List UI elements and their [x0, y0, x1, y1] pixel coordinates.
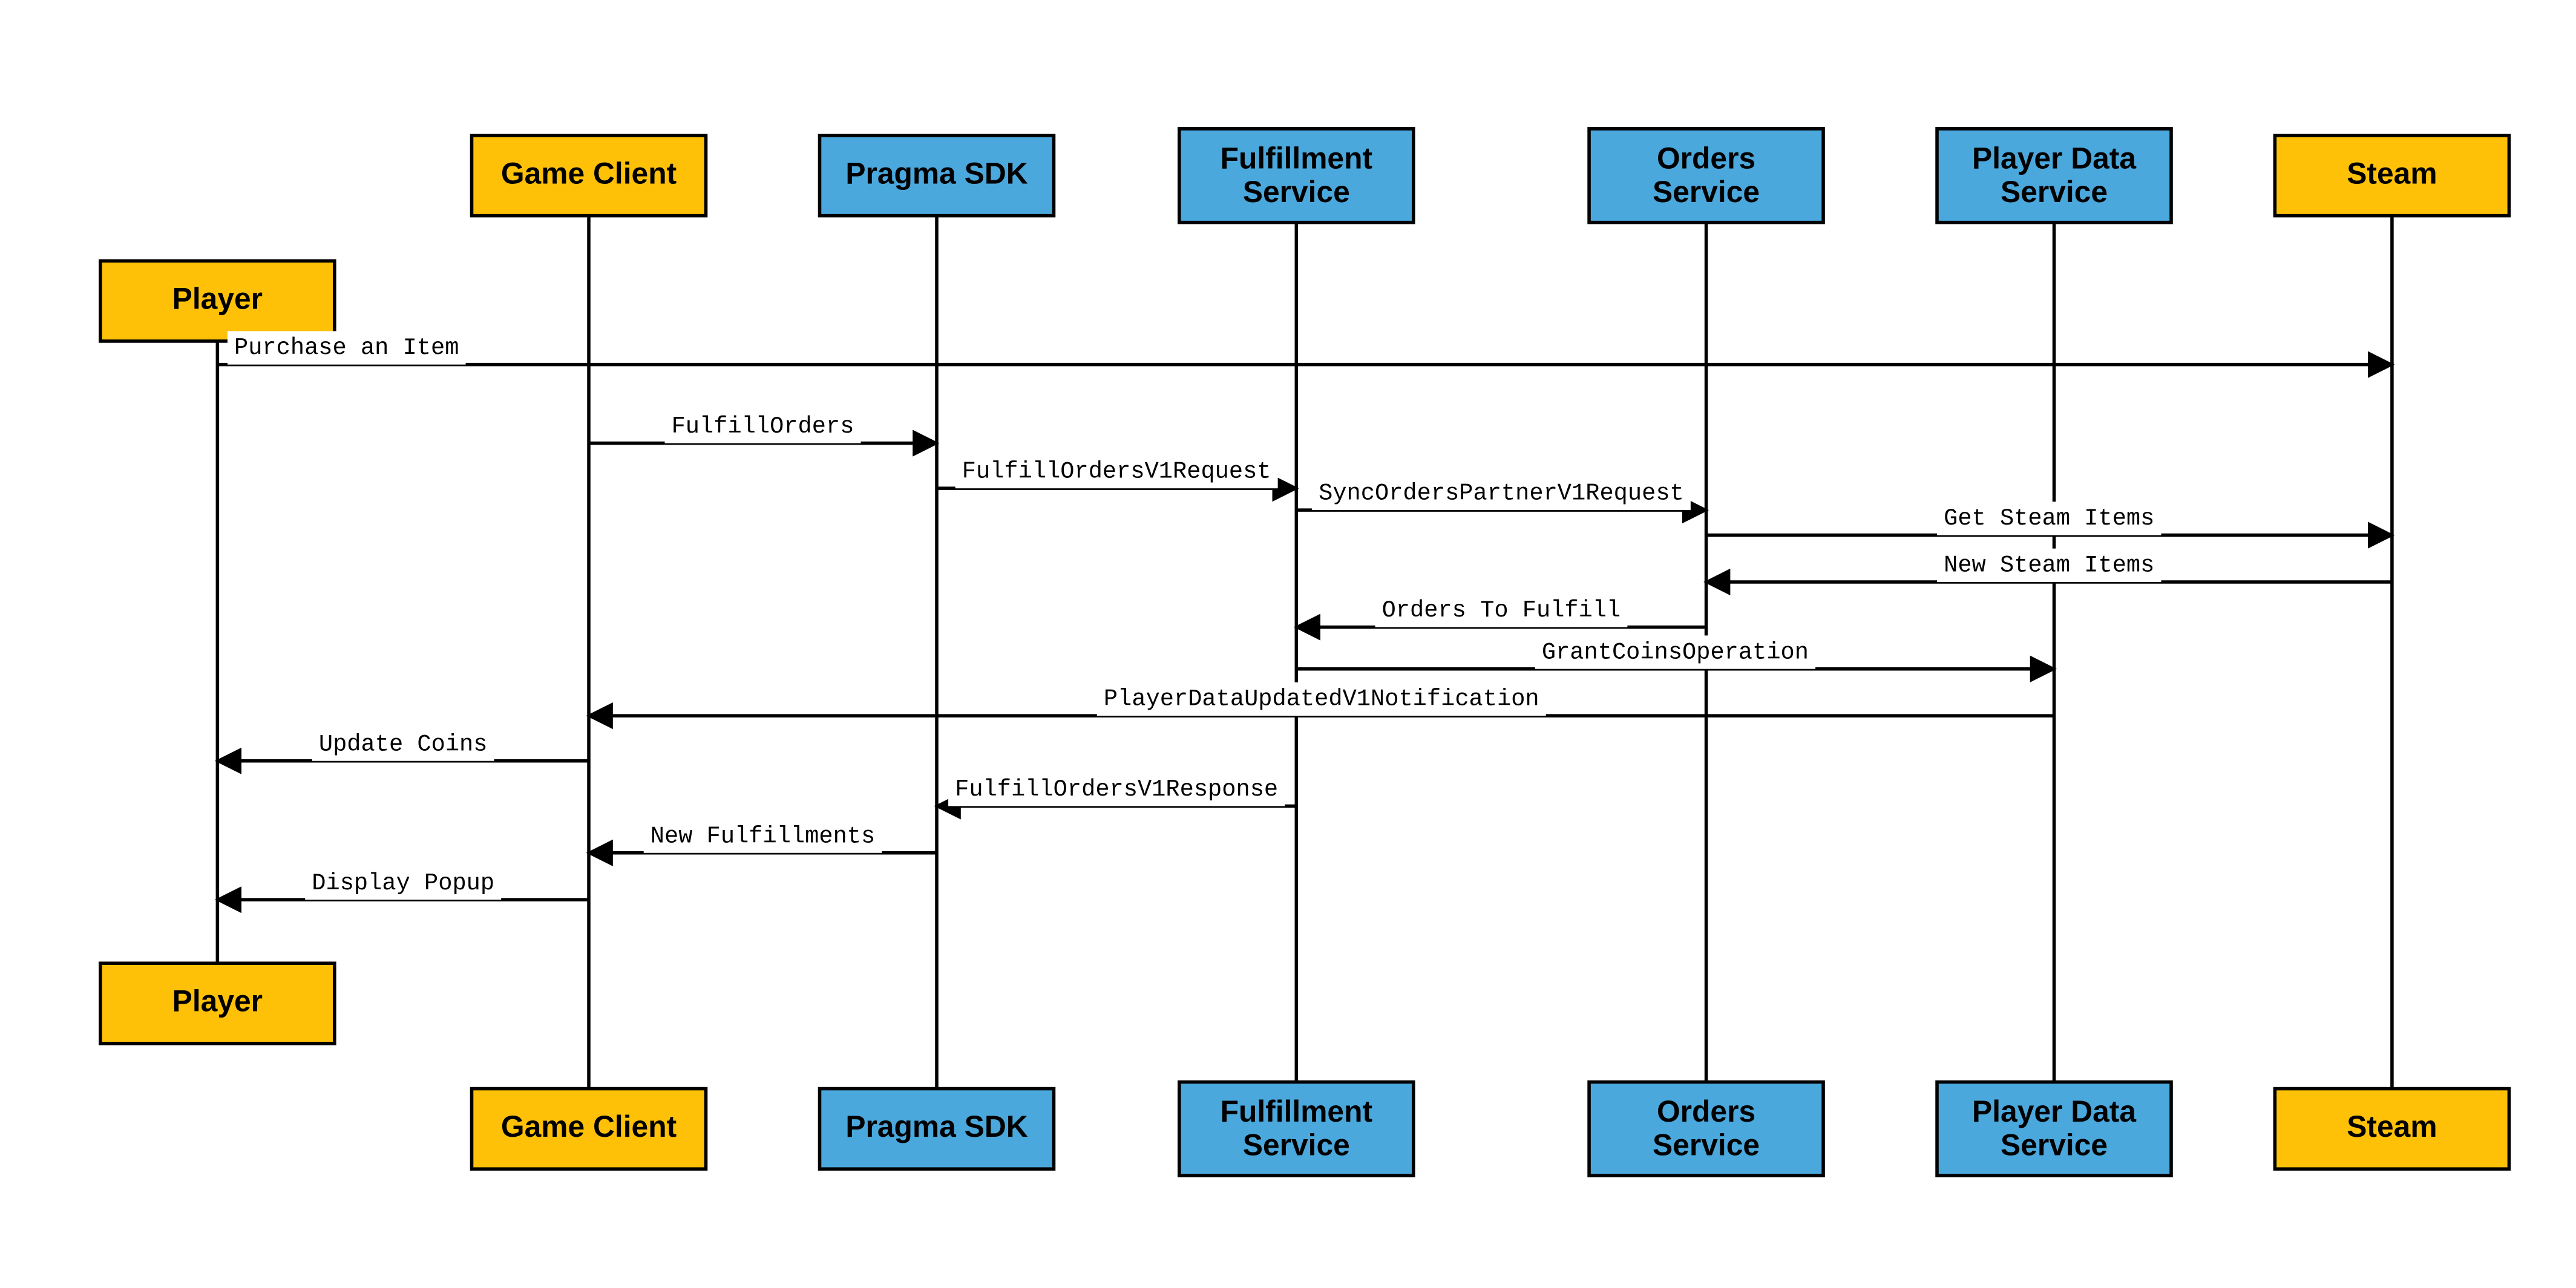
svg-text:Service: Service [1653, 1128, 1760, 1162]
message-label-10: FulfillOrdersV1Response [955, 776, 1278, 803]
svg-text:Service: Service [1243, 175, 1350, 209]
participant-label-player-bottom: Player [172, 984, 263, 1018]
message-label-8: PlayerDataUpdatedV1Notification [1104, 686, 1539, 713]
participant-label-orders-top: Orders [1657, 142, 1755, 175]
participant-label-pragma_sdk-bottom: Pragma SDK [845, 1110, 1027, 1143]
participant-label-steam-top: Steam [2347, 156, 2437, 190]
participant-label-player_data-bottom: Player Data [1972, 1094, 2136, 1128]
message-label-5: New Steam Items [1944, 552, 2154, 579]
message-label-7: GrantCoinsOperation [1542, 639, 1809, 665]
participant-label-steam-bottom: Steam [2347, 1110, 2437, 1143]
svg-text:Service: Service [1653, 175, 1760, 209]
message-label-12: Display Popup [312, 870, 494, 897]
message-label-4: Get Steam Items [1944, 505, 2154, 532]
participant-label-game_client-top: Game Client [501, 156, 677, 190]
message-label-3: SyncOrdersPartnerV1Request [1319, 480, 1684, 507]
message-label-1: FulfillOrders [672, 413, 854, 440]
message-label-11: New Fulfillments [651, 823, 875, 849]
participant-label-game_client-bottom: Game Client [501, 1110, 677, 1143]
participant-label-player-top: Player [172, 282, 263, 316]
svg-text:Service: Service [2001, 1128, 2108, 1162]
svg-text:Service: Service [2001, 175, 2108, 209]
participant-label-pragma_sdk-top: Pragma SDK [845, 156, 1027, 190]
participant-label-fulfillment-top: Fulfillment [1221, 142, 1373, 175]
svg-text:Service: Service [1243, 1128, 1350, 1162]
participant-label-fulfillment-bottom: Fulfillment [1221, 1094, 1373, 1128]
message-label-0: Purchase an Item [234, 335, 459, 361]
message-label-9: Update Coins [319, 731, 488, 757]
participant-label-orders-bottom: Orders [1657, 1094, 1755, 1128]
participant-label-player_data-top: Player Data [1972, 142, 2136, 175]
message-label-6: Orders To Fulfill [1382, 597, 1621, 624]
sequence-diagram: PlayerGame ClientPragma SDKFulfillmentSe… [0, 0, 2576, 1288]
message-label-2: FulfillOrdersV1Request [962, 459, 1271, 485]
